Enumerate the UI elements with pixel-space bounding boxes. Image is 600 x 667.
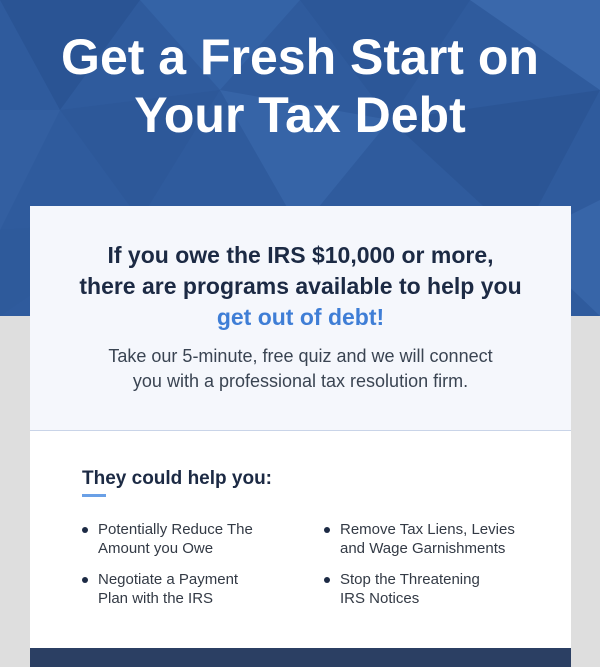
- page-title-line2: Your Tax Debt: [134, 87, 466, 143]
- help-title: They could help you:: [82, 468, 273, 489]
- list-item-line1: Negotiate a Payment: [98, 571, 239, 588]
- subtext-line2: you with a professional tax resolution f…: [132, 371, 469, 391]
- headline-line1: If you owe the IRS $10,000 or more,: [107, 242, 494, 268]
- bullet-icon: [82, 577, 88, 583]
- card-footer-bar: [30, 648, 571, 667]
- benefits-list-left: Potentially Reduce The Amount you Owe Ne…: [82, 520, 282, 620]
- list-item-line2: Amount you Owe: [98, 540, 214, 557]
- info-card: If you owe the IRS $10,000 or more, ther…: [30, 206, 571, 667]
- headline-line2: there are programs available to help you: [79, 273, 522, 299]
- list-item: Potentially Reduce The Amount you Owe: [82, 520, 282, 558]
- list-item-line2: IRS Notices: [340, 590, 420, 607]
- card-subtext: Take our 5-minute, free quiz and we will…: [30, 344, 571, 394]
- list-item-line1: Potentially Reduce The: [98, 521, 253, 538]
- list-item-line1: Remove Tax Liens, Levies: [340, 521, 515, 538]
- bullet-icon: [324, 577, 330, 583]
- benefits-list-right: Remove Tax Liens, Levies and Wage Garnis…: [324, 520, 534, 620]
- list-item-line1: Stop the Threatening: [340, 571, 480, 588]
- list-item-line2: and Wage Garnishments: [340, 540, 506, 557]
- card-headline: If you owe the IRS $10,000 or more, ther…: [30, 240, 571, 333]
- list-item: Remove Tax Liens, Levies and Wage Garnis…: [324, 520, 534, 558]
- card-header: If you owe the IRS $10,000 or more, ther…: [30, 206, 571, 431]
- list-item-line2: Plan with the IRS: [98, 590, 214, 607]
- page-title-line1: Get a Fresh Start on: [61, 29, 539, 85]
- bullet-icon: [324, 527, 330, 533]
- page-title: Get a Fresh Start on Your Tax Debt: [0, 28, 600, 144]
- list-item: Stop the Threatening IRS Notices: [324, 570, 534, 608]
- subtext-line1: Take our 5-minute, free quiz and we will…: [108, 346, 493, 366]
- bullet-icon: [82, 527, 88, 533]
- list-item: Negotiate a Payment Plan with the IRS: [82, 570, 282, 608]
- title-underline: [82, 494, 106, 497]
- headline-accent: get out of debt!: [216, 304, 385, 330]
